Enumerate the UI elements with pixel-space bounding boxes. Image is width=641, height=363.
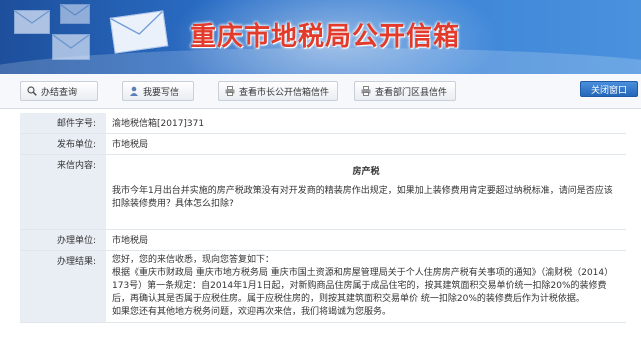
write-letter-button[interactable]: 我要写信 <box>122 81 194 101</box>
toolbar: 办结查询 我要写信 查看市长公开信箱信件 查看部门区县信件 <box>0 74 641 109</box>
magnifier-icon <box>27 86 37 96</box>
letter-number-row: 邮件字号: 渝地税信箱[2017]371 <box>20 113 626 134</box>
dept-letters-label: 查看部门区县信件 <box>375 87 448 98</box>
envelope-icon <box>52 34 90 60</box>
handler-label: 办理单位: <box>20 229 106 251</box>
result-row: 办理结果: 您好，您的来信收悉，现向您答复如下： 根据《重庆市财政局 重庆市地方… <box>20 250 626 323</box>
person-icon <box>130 86 138 96</box>
query-label: 办结查询 <box>41 87 78 98</box>
header-banner: 重庆市地税局公开信箱 <box>0 0 641 74</box>
result-label: 办理结果: <box>20 250 106 323</box>
write-letter-label: 我要写信 <box>143 87 180 98</box>
publisher-label: 发布单位: <box>20 133 106 155</box>
publisher-value: 市地税局 <box>106 133 626 155</box>
mayor-letters-label: 查看市长公开信箱信件 <box>239 87 330 98</box>
content-row: 来信内容: 房产税 我市今年1月出台并实施的房产税政策没有对开发商的精装房作出规… <box>20 154 626 230</box>
letter-number-value: 渝地税信箱[2017]371 <box>106 113 626 134</box>
handler-value: 市地税局 <box>106 229 626 251</box>
letter-number-label: 邮件字号: <box>20 113 106 134</box>
envelope-icon <box>14 10 50 34</box>
close-window-button[interactable]: 关闭窗口 <box>580 81 638 97</box>
mayor-letters-button[interactable]: 查看市长公开信箱信件 <box>218 81 338 101</box>
handler-row: 办理单位: 市地税局 <box>20 229 626 251</box>
result-greeting: 您好，您的来信收悉，现向您答复如下： <box>112 255 275 265</box>
dept-letters-button[interactable]: 查看部门区县信件 <box>354 81 456 101</box>
envelope-icon <box>109 10 169 54</box>
letter-detail-table: 邮件字号: 渝地税信箱[2017]371 发布单位: 市地税局 来信内容: 房产… <box>20 113 626 323</box>
letter-content: 我市今年1月出台并实施的房产税政策没有对开发商的精装房作出规定，如果加上装修费用… <box>112 186 613 209</box>
letter-subject: 房产税 <box>352 167 380 177</box>
query-button[interactable]: 办结查询 <box>20 81 98 101</box>
content-label: 来信内容: <box>20 154 106 230</box>
publisher-row: 发布单位: 市地税局 <box>20 133 626 155</box>
result-body: 根据《重庆市财政局 重庆市地方税务局 重庆市国土资源和房屋管理局关于个人住房房产… <box>112 268 614 304</box>
envelope-icon <box>60 4 90 24</box>
printer-icon <box>225 86 235 96</box>
page-title: 重庆市地税局公开信箱 <box>190 22 461 52</box>
printer-icon <box>361 86 371 96</box>
result-closing: 如果您还有其他地方税务问题，欢迎再次来信，我们将竭诚为您服务。 <box>112 307 392 317</box>
